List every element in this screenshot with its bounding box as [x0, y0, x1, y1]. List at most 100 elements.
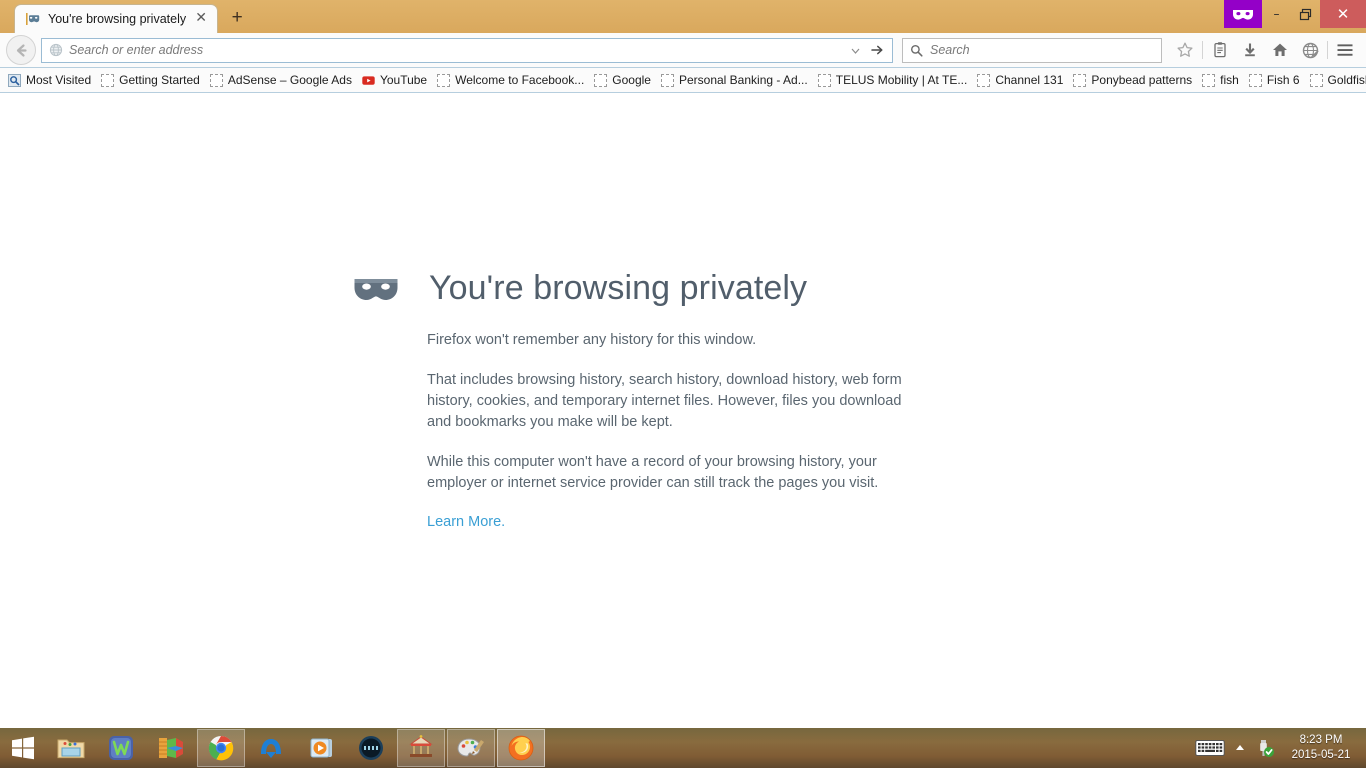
globe-icon: [46, 43, 63, 57]
window-controls: – ✕: [1224, 0, 1366, 28]
youtube-icon: [362, 74, 375, 87]
private-browsing-header: You're browsing privately: [353, 269, 953, 308]
taskbar-item-file-explorer[interactable]: [47, 729, 95, 767]
blank-favicon-icon: [1309, 73, 1323, 87]
bookmark-label: Fish 6: [1266, 73, 1300, 87]
bookmark-item[interactable]: Getting Started: [96, 71, 205, 89]
taskbar-item-media-player[interactable]: [297, 729, 345, 767]
address-bar-actions: [850, 43, 888, 57]
bookmark-item[interactable]: Fish 6: [1244, 71, 1305, 89]
reader-list-icon[interactable]: [1205, 36, 1235, 64]
taskbar-item-malwarebytes[interactable]: [247, 729, 295, 767]
search-input[interactable]: Search: [930, 43, 970, 57]
menu-icon[interactable]: [1330, 36, 1360, 64]
search-icon: [910, 44, 923, 57]
private-browsing-panel: You're browsing privately Firefox won't …: [353, 269, 953, 531]
bookmark-label: Welcome to Facebook...: [455, 73, 585, 87]
address-bar[interactable]: Search or enter address: [41, 37, 893, 63]
blank-favicon-icon: [660, 73, 674, 87]
taskbar-items: [46, 728, 546, 768]
page-title: You're browsing privately: [429, 269, 808, 307]
private-browsing-body: Firefox won't remember any history for t…: [353, 330, 953, 531]
bookmark-label: AdSense – Google Ads: [227, 73, 352, 87]
clock-date: 2015-05-21: [1291, 749, 1351, 761]
toolbar-separator: [1202, 41, 1203, 59]
taskbar-clock[interactable]: 8:23 PM 2015-05-21: [1284, 733, 1358, 763]
synced-tabs-icon[interactable]: [1295, 36, 1325, 64]
new-tab-button[interactable]: +: [222, 4, 252, 32]
restore-button[interactable]: [1291, 0, 1320, 28]
blank-favicon-icon: [437, 73, 451, 87]
bookmark-item[interactable]: Most Visited: [3, 71, 96, 89]
blank-favicon-icon: [209, 73, 223, 87]
bookmark-label: Getting Started: [119, 73, 200, 87]
windows-start-icon[interactable]: [0, 728, 46, 768]
navigation-toolbar: Search or enter address Search: [0, 33, 1366, 68]
taskbar-item-paint[interactable]: [447, 729, 495, 767]
go-arrow-icon[interactable]: [870, 43, 884, 57]
blank-favicon-icon: [101, 73, 115, 87]
bookmark-star-icon[interactable]: [1170, 36, 1200, 64]
chevron-down-icon[interactable]: [850, 45, 861, 56]
minimize-button[interactable]: –: [1262, 0, 1291, 28]
blank-favicon-icon: [1248, 73, 1262, 87]
browser-window: You're browsing privately ✕ + – ✕ Search…: [0, 0, 1366, 768]
privacy-paragraph-1: Firefox won't remember any history for t…: [427, 332, 757, 348]
bookmark-label: TELUS Mobility | At TE...: [835, 73, 968, 87]
search-bar[interactable]: Search: [902, 37, 1162, 63]
page-content: You're browsing privately Firefox won't …: [0, 94, 1366, 728]
toolbar-separator-2: [1327, 41, 1328, 59]
bookmark-label: Most Visited: [26, 73, 92, 87]
privacy-paragraph-3: While this computer won't have a record …: [427, 454, 879, 491]
bookmark-item[interactable]: Goldfish: [1305, 71, 1366, 89]
taskbar-item-carousel-app[interactable]: [397, 729, 445, 767]
toolbar-icons: [1170, 36, 1360, 64]
bookmark-item[interactable]: Ponybead patterns: [1068, 71, 1197, 89]
blank-favicon-icon: [1202, 73, 1216, 87]
privacy-paragraph-2: That includes browsing history, search h…: [427, 372, 902, 430]
bookmark-label: fish: [1220, 73, 1239, 87]
learn-more-link[interactable]: Learn More.: [427, 514, 505, 530]
close-button[interactable]: ✕: [1320, 0, 1366, 28]
most-visited-icon: [8, 73, 21, 87]
bookmark-label: Ponybead patterns: [1091, 73, 1193, 87]
blank-favicon-icon: [817, 73, 831, 87]
bookmark-item[interactable]: fish: [1197, 71, 1244, 89]
bookmark-label: YouTube: [379, 73, 428, 87]
blank-favicon-icon: [1073, 73, 1087, 87]
bookmark-item[interactable]: Google: [589, 71, 656, 89]
tab-strip: You're browsing privately ✕ +: [0, 0, 252, 33]
bookmark-item[interactable]: Personal Banking - Ad...: [656, 71, 813, 89]
bookmark-label: Channel 131: [995, 73, 1064, 87]
tab-title: You're browsing privately: [48, 12, 187, 26]
back-button[interactable]: [6, 35, 36, 65]
tab-close-icon[interactable]: ✕: [193, 11, 209, 27]
bookmark-label: Goldfish: [1327, 73, 1366, 87]
on-screen-keyboard-icon[interactable]: [1195, 739, 1225, 757]
bookmark-item[interactable]: Welcome to Facebook...: [432, 71, 589, 89]
blank-favicon-icon: [977, 73, 991, 87]
home-icon[interactable]: [1265, 36, 1295, 64]
hidden-icons-chevron-icon[interactable]: [1234, 742, 1246, 754]
blank-favicon-icon: [594, 73, 608, 87]
windows-taskbar: 8:23 PM 2015-05-21: [0, 728, 1366, 768]
clock-time: 8:23 PM: [1299, 734, 1343, 746]
bookmark-label: Google: [612, 73, 651, 87]
taskbar-item-avast[interactable]: [147, 729, 195, 767]
bookmarks-toolbar: Most Visited Getting Started AdSense – G…: [0, 68, 1366, 93]
safely-remove-hardware-icon[interactable]: [1255, 738, 1275, 758]
taskbar-item-wordweb[interactable]: [97, 729, 145, 767]
bookmark-item[interactable]: TELUS Mobility | At TE...: [813, 71, 973, 89]
private-browsing-indicator: [1224, 0, 1262, 28]
bookmark-item[interactable]: Channel 131: [972, 71, 1068, 89]
taskbar-item-firefox[interactable]: [497, 729, 545, 767]
bookmark-item[interactable]: AdSense – Google Ads: [205, 71, 357, 89]
taskbar-item-video-app[interactable]: [347, 729, 395, 767]
bookmark-item[interactable]: YouTube: [357, 71, 432, 89]
downloads-icon[interactable]: [1235, 36, 1265, 64]
address-input[interactable]: Search or enter address: [69, 43, 844, 57]
bookmark-label: Personal Banking - Ad...: [678, 73, 808, 87]
taskbar-item-google-chrome[interactable]: [197, 729, 245, 767]
browser-tab[interactable]: You're browsing privately ✕: [14, 4, 219, 33]
title-bar: You're browsing privately ✕ + – ✕: [0, 0, 1366, 33]
